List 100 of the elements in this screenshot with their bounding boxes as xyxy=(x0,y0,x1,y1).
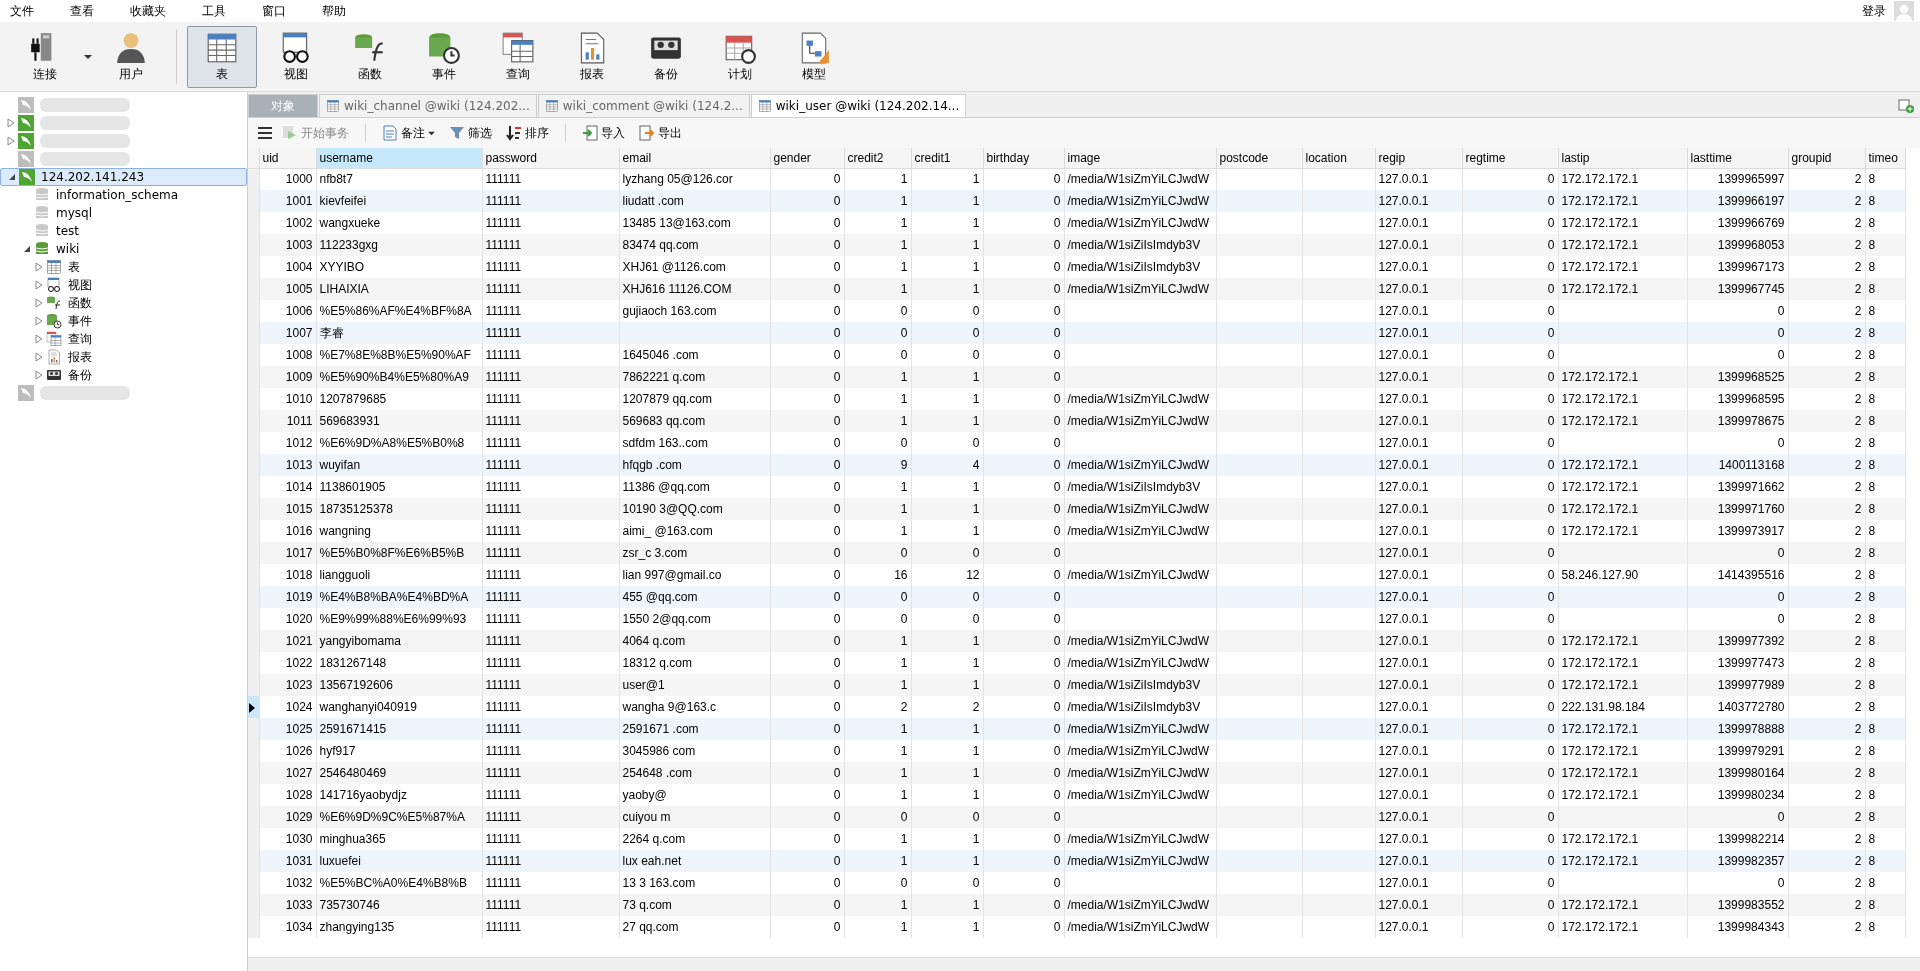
tree-item[interactable]: mysql xyxy=(56,204,92,222)
table-cell: 1 xyxy=(844,366,911,388)
column-header[interactable]: postcode xyxy=(1216,148,1302,168)
toolbar-button[interactable]: 备份 xyxy=(631,25,701,88)
tree-item[interactable]: 备份 xyxy=(68,366,92,384)
add-icon[interactable] xyxy=(1898,97,1914,113)
toolbar-button[interactable]: 事件 xyxy=(409,25,479,88)
column-header[interactable]: timeo xyxy=(1865,148,1905,168)
table-cell: 127.0.0.1 xyxy=(1375,564,1462,586)
menu-item[interactable]: 查看 xyxy=(66,2,106,20)
table-cell: 0 xyxy=(1462,586,1558,608)
expand-arrow-icon[interactable] xyxy=(6,136,16,146)
toolbar-button[interactable]: 报表 xyxy=(557,25,627,88)
tree-item[interactable]: 视图 xyxy=(68,276,92,294)
table-cell: %E5%B0%8F%E6%B5%B xyxy=(316,542,482,564)
table-cell: 1 xyxy=(844,850,911,872)
column-header[interactable]: gender xyxy=(770,148,844,168)
column-header[interactable]: password xyxy=(482,148,619,168)
table-cell: 2 xyxy=(1788,784,1865,806)
table-cell: 8 xyxy=(1865,432,1905,454)
column-header[interactable]: regip xyxy=(1375,148,1462,168)
toolbar-button[interactable]: 用户 xyxy=(96,25,166,88)
expand-arrow-icon[interactable] xyxy=(34,298,44,308)
table-cell: 111111 xyxy=(482,344,619,366)
table-icon xyxy=(757,99,772,113)
tree-item[interactable]: 报表 xyxy=(68,348,92,366)
toolbar-button[interactable]: 导入 xyxy=(578,122,629,144)
login-link[interactable]: 登录 xyxy=(1862,2,1886,20)
tree-item[interactable]: 事件 xyxy=(68,312,92,330)
toolbar-button[interactable]: 筛选 xyxy=(445,122,496,144)
column-header[interactable]: regtime xyxy=(1462,148,1558,168)
table-cell: 1 xyxy=(844,630,911,652)
table-cell: wangha 9@163.c xyxy=(619,696,770,718)
column-header[interactable]: birthday xyxy=(983,148,1064,168)
toolbar-button[interactable]: 模型 xyxy=(779,25,849,88)
menu-item[interactable]: 工具 xyxy=(198,2,238,20)
table-cell: 0 xyxy=(1462,498,1558,520)
menu-item[interactable]: 收藏夹 xyxy=(126,2,178,20)
toolbar-button[interactable]: 排序 xyxy=(502,122,553,144)
menu-item[interactable]: 文件 xyxy=(6,2,46,20)
tree-item[interactable]: 124.202.141.243 xyxy=(41,168,145,186)
column-header[interactable]: credit2 xyxy=(844,148,911,168)
table-cell: 735730746 xyxy=(316,894,482,916)
tree-item[interactable]: 查询 xyxy=(68,330,92,348)
collapse-arrow-icon[interactable] xyxy=(7,172,17,182)
toolbar-button[interactable]: 备注 xyxy=(378,122,439,144)
tab[interactable]: wiki_channel @wiki (124.202... xyxy=(319,94,537,117)
tree-item[interactable]: 函数 xyxy=(68,294,92,312)
table-cell: 172.172.172.1 xyxy=(1558,784,1687,806)
expand-arrow-icon[interactable] xyxy=(34,370,44,380)
table-cell: 1 xyxy=(911,784,983,806)
menu-item[interactable]: 窗口 xyxy=(258,2,298,20)
toolbar-button[interactable]: 计划 xyxy=(705,25,775,88)
expand-arrow-icon[interactable] xyxy=(34,334,44,344)
toolbar-button[interactable]: 视图 xyxy=(261,25,331,88)
table-cell: 172.172.172.1 xyxy=(1558,388,1687,410)
table-cell: 0 xyxy=(911,300,983,322)
toolbar-button[interactable]: 表 xyxy=(187,25,257,88)
table-cell: 1138601905 xyxy=(316,476,482,498)
tree-item[interactable]: 表 xyxy=(68,258,80,276)
toolbar-button[interactable]: 函数 xyxy=(335,25,405,88)
collapse-arrow-icon[interactable] xyxy=(22,244,32,254)
scrollbar[interactable] xyxy=(248,957,1920,971)
toolbar-button[interactable]: 连接 xyxy=(10,25,80,88)
table-cell: 1399971662 xyxy=(1687,476,1788,498)
menu-item[interactable]: 帮助 xyxy=(318,2,358,20)
expand-arrow-icon[interactable] xyxy=(34,280,44,290)
table-cell: 1030 xyxy=(259,828,316,850)
selected-tree-row[interactable]: 124.202.141.243 xyxy=(0,168,247,186)
table-cell: 1023 xyxy=(259,674,316,696)
column-header[interactable]: credit1 xyxy=(911,148,983,168)
toolbar-button[interactable]: 导出 xyxy=(635,122,686,144)
column-header[interactable]: uid xyxy=(259,148,316,168)
table-cell: 172.172.172.1 xyxy=(1558,366,1687,388)
expand-arrow-icon[interactable] xyxy=(34,262,44,272)
tab[interactable]: wiki_comment @wiki (124.2... xyxy=(537,94,750,117)
tab[interactable]: wiki_user @wiki (124.202.14... xyxy=(750,94,967,117)
expand-arrow-icon[interactable] xyxy=(34,316,44,326)
table-cell: 1399977473 xyxy=(1687,652,1788,674)
column-header[interactable]: location xyxy=(1302,148,1375,168)
table-cell: 8 xyxy=(1865,806,1905,828)
column-header[interactable]: username xyxy=(316,148,482,168)
column-header[interactable]: email xyxy=(619,148,770,168)
table-cell: 111111 xyxy=(482,850,619,872)
table-cell: 127.0.0.1 xyxy=(1375,498,1462,520)
toolbar-button[interactable]: 查询 xyxy=(483,25,553,88)
tree-item[interactable]: wiki xyxy=(56,240,80,258)
column-header[interactable]: groupid xyxy=(1788,148,1865,168)
column-header[interactable]: lastip xyxy=(1558,148,1687,168)
column-header[interactable]: image xyxy=(1064,148,1216,168)
expand-arrow-icon[interactable] xyxy=(6,118,16,128)
table-cell: 127.0.0.1 xyxy=(1375,850,1462,872)
table-cell: 0 xyxy=(983,828,1064,850)
column-header[interactable]: lasttime xyxy=(1687,148,1788,168)
tree-item[interactable]: test xyxy=(56,222,80,240)
expand-arrow-icon[interactable] xyxy=(34,352,44,362)
tree-item[interactable]: information_schema xyxy=(56,186,179,204)
table-cell: 8 xyxy=(1865,762,1905,784)
filter-icon xyxy=(449,125,465,141)
table-cell: 1 xyxy=(911,630,983,652)
